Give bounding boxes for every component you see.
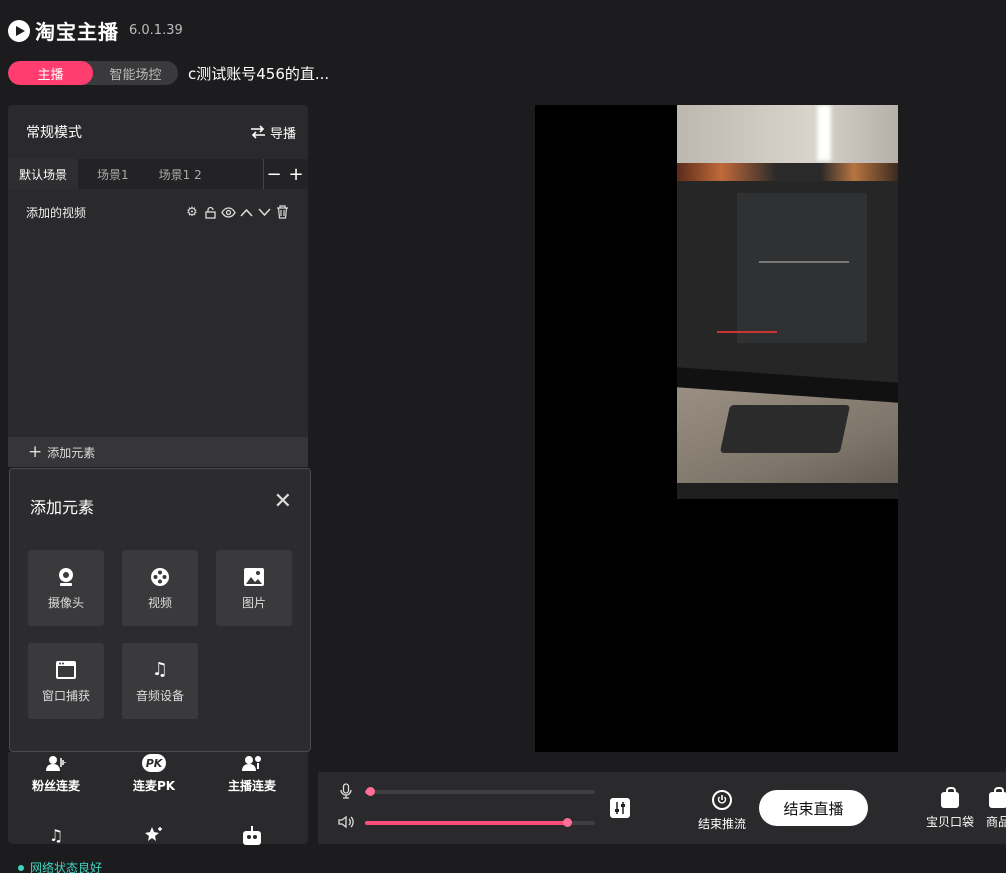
pk-badge: PK [142, 754, 166, 772]
eye-icon[interactable] [220, 204, 236, 220]
scene-tab-controls: − + [263, 159, 308, 189]
pk-icon: PK [106, 752, 202, 774]
window-icon [55, 659, 77, 681]
speaker-volume-slider[interactable] [365, 818, 595, 827]
mic-volume-slider[interactable] [365, 787, 595, 796]
add-audio-device-tile[interactable]: ♫ 音频设备 [122, 643, 198, 719]
scene-panel-header: 常规模式 导播 [8, 105, 308, 159]
robot-tool-button[interactable] [204, 824, 300, 846]
add-image-tile[interactable]: 图片 [216, 550, 292, 626]
fans-connect-button[interactable]: 粉丝连麦 [8, 752, 104, 794]
audio-mixer-icon[interactable] [610, 798, 630, 818]
anchor-connect-icon [204, 752, 300, 774]
gear-icon[interactable]: ⚙ [184, 204, 200, 220]
fans-connect-icon [8, 752, 104, 774]
app-version: 6.0.1.39 [129, 23, 183, 38]
robot-icon [204, 824, 300, 846]
status-dot-icon [18, 864, 24, 871]
music-note-icon: ♫ [151, 659, 169, 680]
add-video-tile[interactable]: 视频 [122, 550, 198, 626]
goods-button[interactable]: 商品 [986, 787, 1006, 830]
remove-scene-button[interactable]: − [264, 164, 284, 185]
magic-tool-button[interactable] [106, 824, 202, 846]
plus-icon: + [28, 442, 43, 462]
tile-label: 摄像头 [47, 595, 84, 610]
tool-label: 连麦PK [132, 779, 176, 793]
network-status-label: 网络状态良好 [30, 861, 103, 873]
add-window-capture-tile[interactable]: 窗口捕获 [28, 643, 104, 719]
mode-label: 常规模式 [26, 125, 82, 141]
trash-icon[interactable] [274, 204, 290, 220]
chevron-down-icon[interactable] [256, 204, 272, 220]
add-scene-button[interactable]: + [286, 164, 306, 185]
tab-scene-1[interactable]: 场景1 [86, 159, 140, 189]
source-tools: ⚙ [184, 204, 290, 220]
mic-volume-handle[interactable] [365, 787, 375, 796]
goods-icon [989, 787, 1006, 808]
swap-icon [250, 125, 265, 139]
video-source-frame[interactable] [677, 105, 898, 499]
product-bag-button[interactable]: 宝贝口袋 [926, 787, 975, 830]
webcam-icon [55, 566, 77, 588]
magic-icon [106, 824, 202, 846]
tab-scene-1-2[interactable]: 场景1 2 [148, 159, 213, 189]
speaker-volume-handle[interactable] [563, 818, 573, 827]
goods-label: 商品 [986, 815, 1006, 829]
tab-smart-control[interactable]: 智能场控 [93, 61, 178, 85]
close-icon[interactable]: ✕ [274, 489, 292, 514]
anchor-connect-button[interactable]: 主播连麦 [204, 752, 300, 794]
scene-panel: 常规模式 导播 默认场景 场景1 场景1 2 − + 添加的视频 ⚙ + 添加元… [8, 105, 308, 467]
room-title: c测试账号456的直... [188, 64, 330, 83]
end-push-label: 结束推流 [697, 817, 746, 831]
title-bar: 淘宝主播 6.0.1.39 [0, 0, 1006, 58]
live-control-bar: 结束推流 结束直播 宝贝口袋 商品 [318, 772, 1006, 844]
tool-label: 粉丝连麦 [31, 779, 80, 793]
music-tool-button[interactable]: ♫ [8, 824, 104, 846]
tab-default-scene[interactable]: 默认场景 [8, 159, 79, 189]
app-logo: 淘宝主播 6.0.1.39 [8, 16, 183, 45]
end-push-button[interactable]: 结束推流 [692, 790, 752, 832]
add-element-label: 添加元素 [47, 445, 96, 460]
director-button[interactable]: 导播 [250, 123, 296, 142]
tool-label: 主播连麦 [227, 779, 276, 793]
power-icon [712, 790, 732, 810]
scene-tabs: 默认场景 场景1 场景1 2 − + [8, 159, 308, 189]
tile-label: 图片 [241, 595, 266, 610]
microphone-icon[interactable] [338, 783, 354, 799]
product-bag-label: 宝贝口袋 [926, 815, 975, 829]
add-camera-tile[interactable]: 摄像头 [28, 550, 104, 626]
director-label: 导播 [269, 126, 296, 142]
shopping-bag-icon [941, 787, 959, 808]
mode-bar: 主播 智能场控 c测试账号456的直... [8, 61, 329, 85]
mode-switch: 主播 智能场控 [8, 61, 178, 85]
chevron-up-icon[interactable] [238, 204, 254, 220]
source-name: 添加的视频 [26, 205, 87, 220]
add-element-button[interactable]: + 添加元素 [8, 437, 308, 467]
network-status: 网络状态良好 [18, 859, 102, 873]
live-preview-canvas[interactable] [535, 105, 898, 752]
tab-anchor[interactable]: 主播 [8, 61, 93, 85]
tile-label: 音频设备 [135, 688, 184, 703]
app-name: 淘宝主播 [35, 20, 119, 44]
interaction-tools: 粉丝连麦 PK 连麦PK 主播连麦 ♫ [8, 752, 308, 846]
image-icon [243, 566, 265, 588]
film-reel-icon [149, 566, 171, 588]
music-note-icon: ♫ [48, 825, 64, 845]
lock-icon[interactable] [202, 204, 218, 220]
tile-label: 窗口捕获 [41, 688, 90, 703]
pk-connect-button[interactable]: PK 连麦PK [106, 752, 202, 794]
source-item[interactable]: 添加的视频 ⚙ [8, 189, 308, 235]
tile-label: 视频 [147, 595, 172, 610]
popup-title: 添加元素 [30, 498, 95, 517]
speaker-icon[interactable] [338, 814, 354, 830]
add-element-popup: 添加元素 ✕ 摄像头 视频 图片 窗口捕获 ♫ 音频设备 [9, 468, 311, 752]
play-logo-icon [8, 19, 30, 42]
end-live-button[interactable]: 结束直播 [759, 790, 868, 826]
